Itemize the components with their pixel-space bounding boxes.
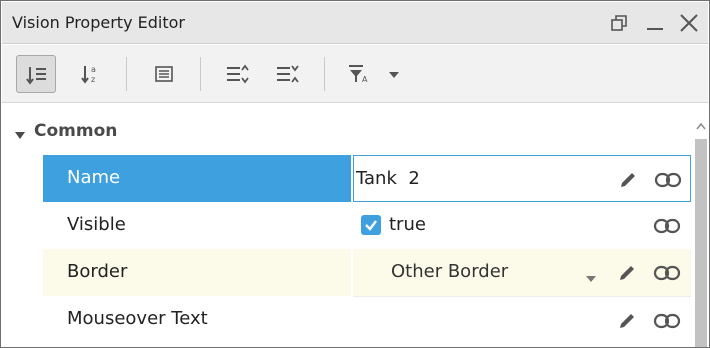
binding-link-icon[interactable] bbox=[653, 264, 681, 282]
property-list-icon bbox=[155, 66, 173, 82]
property-label: Border bbox=[67, 261, 128, 282]
svg-text:z: z bbox=[91, 75, 95, 84]
edit-pencil-icon[interactable] bbox=[618, 170, 638, 190]
sort-categorized-icon bbox=[26, 67, 46, 85]
binding-link-icon[interactable] bbox=[653, 217, 681, 235]
close-icon[interactable] bbox=[676, 10, 702, 36]
expand-caret-icon[interactable] bbox=[14, 126, 26, 145]
toolbar-separator bbox=[324, 57, 325, 91]
property-name-cell[interactable]: Visible bbox=[43, 202, 351, 249]
property-row-border[interactable]: Border Other Border bbox=[43, 249, 691, 296]
property-label: Visible bbox=[67, 214, 126, 235]
property-value-cell[interactable]: true bbox=[353, 202, 691, 249]
toolbar: a z A bbox=[2, 45, 708, 103]
border-dropdown[interactable]: Other Border bbox=[353, 249, 691, 296]
name-value-input[interactable]: Tank 2 bbox=[356, 168, 420, 189]
collapse-all-button[interactable] bbox=[266, 55, 306, 93]
property-name-cell[interactable]: Mouseover Text bbox=[43, 296, 351, 343]
category-header-common[interactable]: Common bbox=[2, 115, 692, 149]
vision-property-editor-window: Vision Property Editor a z A Common Name… bbox=[0, 0, 710, 348]
property-list-button[interactable] bbox=[144, 55, 184, 93]
sort-alphabetical-icon: a z bbox=[81, 65, 96, 84]
edit-pencil-icon[interactable] bbox=[617, 311, 637, 331]
restore-icon[interactable] bbox=[606, 10, 632, 36]
property-value-cell[interactable]: Tank 2 bbox=[353, 155, 691, 202]
title-bar: Vision Property Editor bbox=[2, 2, 708, 44]
property-name-cell[interactable]: Name bbox=[43, 155, 351, 202]
filter-icon: A bbox=[349, 65, 368, 84]
chevron-down-icon bbox=[389, 72, 399, 78]
border-selected-value: Other Border bbox=[391, 261, 509, 282]
svg-text:A: A bbox=[362, 75, 368, 84]
toolbar-separator bbox=[200, 57, 201, 91]
filter-dropdown-button[interactable] bbox=[382, 55, 406, 93]
visible-checkbox[interactable] bbox=[361, 215, 381, 235]
vertical-scrollbar[interactable] bbox=[693, 107, 709, 347]
filter-button[interactable]: A bbox=[338, 55, 378, 93]
property-name-cell[interactable]: Border bbox=[43, 249, 351, 296]
category-label: Common bbox=[34, 121, 118, 141]
expand-all-button[interactable] bbox=[216, 55, 256, 93]
binding-link-icon[interactable] bbox=[653, 312, 681, 330]
property-value-cell[interactable] bbox=[353, 296, 691, 343]
property-row-mouseover-text[interactable]: Mouseover Text bbox=[43, 296, 691, 343]
scrollbar-thumb[interactable] bbox=[695, 139, 707, 347]
property-label: Mouseover Text bbox=[67, 308, 208, 329]
svg-text:a: a bbox=[91, 65, 96, 74]
property-label: Name bbox=[67, 167, 121, 188]
scroll-up-icon[interactable] bbox=[696, 115, 706, 134]
window-title: Vision Property Editor bbox=[12, 13, 185, 32]
checkmark-icon bbox=[365, 220, 377, 231]
binding-link-icon[interactable] bbox=[654, 171, 682, 189]
property-row-name[interactable]: Name Tank 2 bbox=[43, 155, 691, 202]
sort-categorized-button[interactable] bbox=[16, 55, 56, 93]
collapse-all-icon bbox=[277, 65, 299, 83]
chevron-down-icon[interactable] bbox=[585, 268, 597, 282]
toolbar-separator bbox=[126, 57, 127, 91]
expand-all-icon bbox=[227, 64, 249, 84]
property-row-visible[interactable]: Visible true bbox=[43, 202, 691, 249]
sort-alphabetical-button[interactable]: a z bbox=[72, 55, 112, 93]
minimize-icon[interactable] bbox=[642, 10, 668, 36]
edit-pencil-icon[interactable] bbox=[617, 263, 637, 283]
visible-value-label: true bbox=[389, 214, 426, 235]
